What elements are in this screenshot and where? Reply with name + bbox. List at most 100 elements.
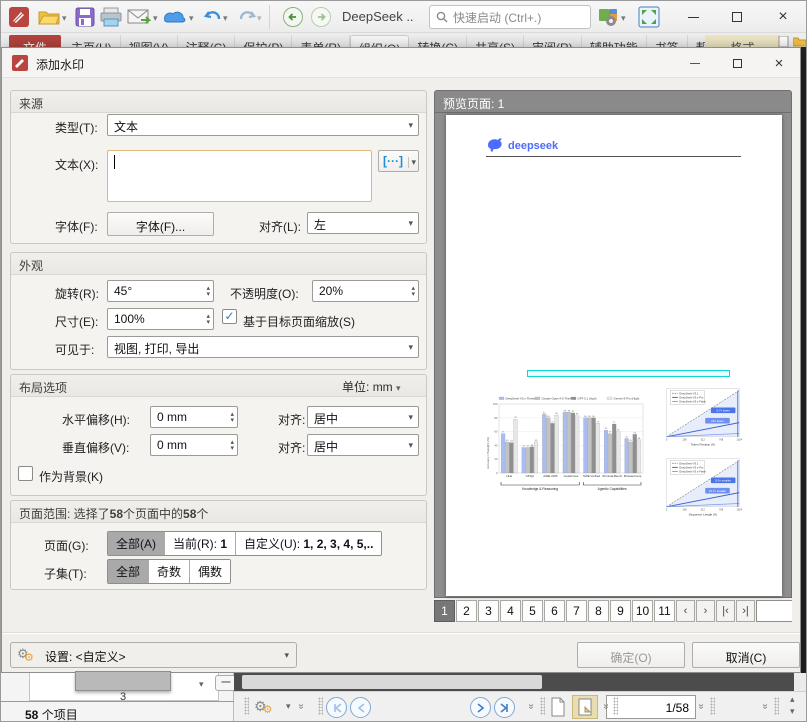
strip-prev-button[interactable]: ‹ [676,600,695,622]
save-icon[interactable] [73,5,97,29]
menu-file-button[interactable]: 文件 [9,35,61,47]
menu-tab[interactable]: 主页(H) [63,35,121,47]
preview-page-input[interactable]: 1 [756,600,792,622]
menu-tab[interactable]: 表单(R) [292,35,350,47]
dialog-minimize-button[interactable] [674,48,716,78]
email-icon[interactable] [127,5,151,29]
strip-next-button[interactable]: › [696,600,715,622]
email-dropdown-chevron[interactable]: ▾ [153,13,158,24]
pages-custom-button[interactable]: 自定义(U): 1, 2, 3, 4, 5,.. [236,532,381,555]
toolbar-grip[interactable] [540,697,545,715]
strip-last-button[interactable]: ›| [736,600,755,622]
scrollbar-thumb[interactable] [242,675,542,689]
menu-tab[interactable]: 注释(C) [178,35,236,47]
as-background-checkbox[interactable] [18,466,33,481]
nav-back-icon[interactable] [281,5,305,29]
menu-tab[interactable]: 辅助功能 [582,35,647,47]
status-gear-chevron[interactable]: ▾ [286,702,291,711]
preview-page-button[interactable]: 1 [434,600,455,622]
single-page-view-icon[interactable] [550,697,566,717]
preview-page-button[interactable]: 10 [632,600,653,622]
subset-option[interactable]: 奇数 [149,560,190,583]
macro-chevron-icon[interactable]: ▾ [408,157,416,168]
overflow-chevron[interactable]: » [295,704,306,710]
overflow-chevron[interactable]: » [695,704,706,710]
previous-page-button[interactable] [350,697,371,718]
toolbar-grip[interactable] [244,697,249,715]
size-spinner[interactable]: 100% ▴▾ [107,308,214,330]
menu-tab[interactable]: 审阅(R) [524,35,582,47]
strip-first-button[interactable]: |‹ [716,600,735,622]
align-select[interactable]: 左▾ [307,212,419,234]
preview-page-button[interactable]: 3 [478,600,499,622]
open-dropdown-chevron[interactable]: ▾ [62,13,67,24]
units-select[interactable]: 单位: mm ▾ [342,378,401,395]
toolbar-grip[interactable] [613,697,618,715]
open-folder-icon[interactable] [37,5,61,29]
opacity-spinner[interactable]: 20% ▴▾ [312,280,419,302]
ui-options-chevron[interactable]: ▾ [621,13,626,24]
page-number-input[interactable]: 1/58 [606,695,696,719]
dialog-maximize-button[interactable] [716,48,758,78]
undo-icon[interactable] [201,5,225,29]
scale-to-page-checkbox[interactable]: ✓ [222,309,237,324]
preview-page-button[interactable]: 7 [566,600,587,622]
menu-tab[interactable]: 保护(P) [235,35,292,47]
subset-option[interactable]: 全部 [108,560,149,583]
session-icon[interactable] [163,5,187,29]
menu-format-tab[interactable]: 格式 [705,35,780,47]
toolbar-grip[interactable] [318,697,323,715]
window-close-button[interactable]: × [763,1,803,33]
pages-current-button[interactable]: 当前(R): 1 [165,532,236,555]
ok-button[interactable]: 确定(O) [577,642,685,668]
redo-icon[interactable] [235,5,259,29]
v-offset-spinner[interactable]: 0 mm ▴▾ [150,434,238,456]
h-align-select[interactable]: 居中▾ [307,406,419,428]
session-dropdown-chevron[interactable]: ▾ [189,13,194,24]
status-gear-icon[interactable]: ⚙⚙ [254,697,272,716]
vertical-scroll-up-icon[interactable]: ▴ [790,694,795,705]
dialog-titlebar[interactable]: 添加水印 × [2,48,800,78]
preview-page-button[interactable]: 11 [654,600,675,622]
ui-options-icon[interactable] [597,5,621,29]
window-maximize-button[interactable] [717,1,757,33]
pages-all-button[interactable]: 全部(A) [108,532,165,555]
print-icon[interactable] [99,5,123,29]
vertical-scroll-down-icon[interactable]: ▾ [790,706,795,717]
toolbar-grip[interactable] [710,697,715,715]
first-page-button[interactable] [326,697,347,718]
preview-page-button[interactable]: 5 [522,600,543,622]
folder-mini-icon[interactable] [793,36,806,47]
preview-page-button[interactable]: 6 [544,600,565,622]
fit-page-view-icon[interactable] [572,695,598,719]
overflow-chevron[interactable]: » [525,704,536,710]
page-thumbnail[interactable] [75,671,171,691]
preview-page-button[interactable]: 8 [588,600,609,622]
menu-tab[interactable]: 书签 [647,35,688,47]
type-select[interactable]: 文本▾ [107,114,419,136]
horizontal-scrollbar[interactable] [234,673,794,691]
visible-on-select[interactable]: 视图, 打印, 导出▾ [107,336,419,358]
font-button[interactable]: 字体(F)... [107,212,214,236]
last-page-button[interactable] [494,697,515,718]
overflow-chevron[interactable]: » [759,704,770,710]
macro-split-button[interactable]: [···] ▾ [378,150,419,172]
cancel-button[interactable]: 取消(C) [692,642,800,668]
menu-tab[interactable]: 转换(C) [409,35,467,47]
preview-page-button[interactable]: 2 [456,600,477,622]
rotation-spinner[interactable]: 45° ▴▾ [107,280,214,302]
overflow-chevron[interactable]: » [600,704,611,710]
window-minimize-button[interactable] [673,1,713,33]
toolbar-grip[interactable] [774,697,779,715]
next-page-button[interactable] [470,697,491,718]
h-offset-spinner[interactable]: 0 mm ▴▾ [150,406,238,428]
v-align-select[interactable]: 居中▾ [307,434,419,456]
nav-forward-icon[interactable] [309,5,333,29]
page-mini-icon[interactable] [778,36,790,47]
document-tab[interactable]: DeepSeek .. [342,9,414,24]
watermark-text-input[interactable] [107,150,372,202]
undo-dropdown-chevron[interactable]: ▾ [223,13,228,24]
fullscreen-icon[interactable] [637,5,661,29]
dialog-close-button[interactable]: × [758,48,800,78]
menu-tab[interactable]: 组织(O) [350,35,409,47]
